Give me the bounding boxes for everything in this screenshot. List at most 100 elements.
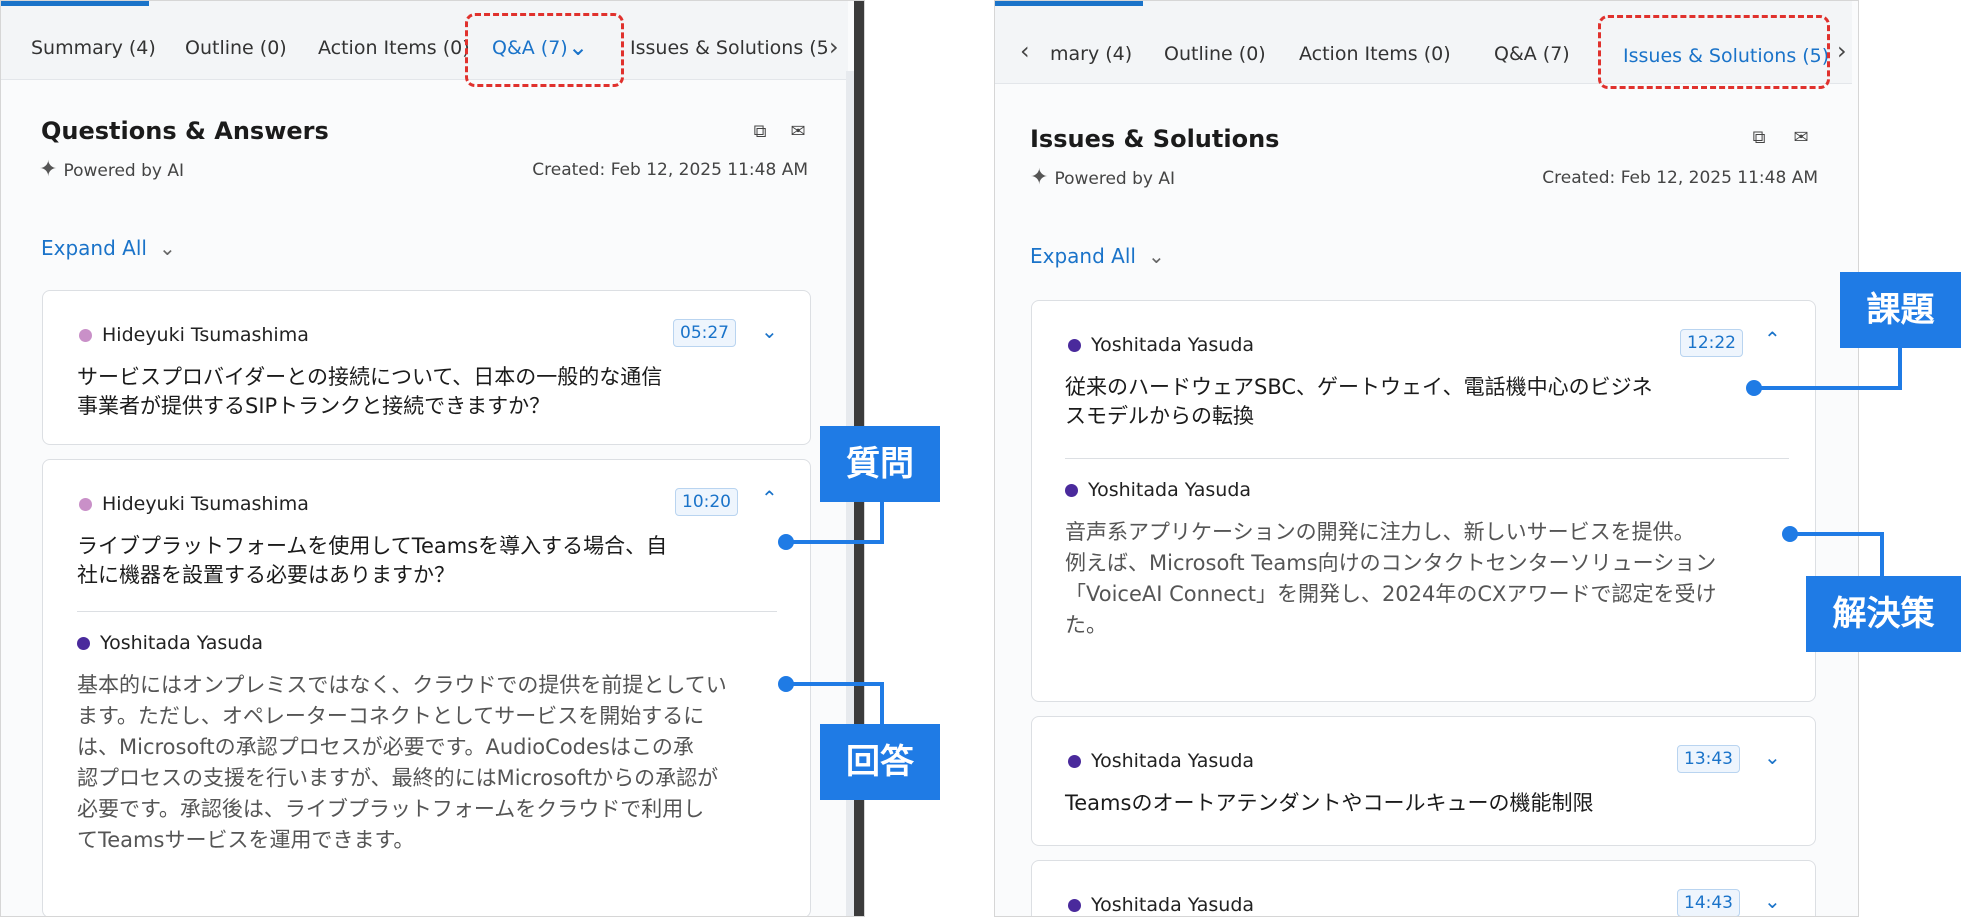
speaker-dot: [1068, 339, 1081, 352]
callout-question: 質問: [820, 426, 940, 502]
speaker-label: Hideyuki Tsumashima: [102, 324, 309, 346]
highlight-box: [465, 13, 624, 87]
connector: [1880, 532, 1884, 576]
tab-bar: Summary (4) Outline (0) Action Items (0)…: [1, 1, 848, 80]
sparkle-icon: ✦: [1030, 165, 1049, 190]
chevron-up-icon[interactable]: ⌃: [761, 486, 778, 510]
issue-card[interactable]: Yoshitada Yasuda 14:43 ⌄: [1031, 860, 1816, 916]
connector-dot: [1782, 526, 1798, 542]
page-title: Issues & Solutions: [1030, 125, 1280, 153]
tab-action-items[interactable]: Action Items (0): [318, 37, 470, 59]
callout-issue: 課題: [1840, 272, 1961, 348]
solution-line: 「VoiceAI Connect」を開発し、2024年のCXアワードで認定を受け: [1065, 582, 1717, 606]
issue-line: 従来のハードウェアSBC、ゲートウェイ、電話機中心のビジネ: [1065, 375, 1653, 399]
expand-all-button[interactable]: Expand All ⌄: [1030, 244, 1165, 268]
answer-line: 認プロセスの支援を行いますが、最終的にはMicrosoftからの承認が: [77, 766, 719, 790]
speaker-dot: [79, 498, 92, 511]
tab-outline[interactable]: Outline (0): [1164, 43, 1266, 65]
connector: [1898, 348, 1902, 390]
answer-line: 基本的にはオンプレミスではなく、クラウドでの提供を前提としてい: [77, 673, 727, 697]
question-line: ライブプラットフォームを使用してTeamsを導入する場合、自: [77, 534, 668, 558]
connector-dot: [1746, 380, 1762, 396]
speaker-dot: [1068, 899, 1081, 912]
connector-dot: [778, 534, 794, 550]
speaker-name: Yoshitada Yasuda: [1068, 334, 1254, 356]
answer-line: は、Microsoftの承認プロセスが必要です。AudioCodesはこの承: [77, 735, 694, 759]
copy-icon[interactable]: ⧉: [749, 121, 771, 143]
issue-text: 従来のハードウェアSBC、ゲートウェイ、電話機中心のビジネ スモデルからの転換: [1065, 373, 1653, 431]
speaker-label: Hideyuki Tsumashima: [102, 493, 309, 515]
issue-text: Teamsのオートアテンダントやコールキューの機能制限: [1065, 791, 1594, 815]
chevron-right-icon[interactable]: ›: [1837, 37, 1847, 65]
speaker-label: Yoshitada Yasuda: [1091, 894, 1255, 916]
connector: [1792, 532, 1884, 536]
divider: [77, 611, 777, 612]
answer-speaker: Yoshitada Yasuda: [77, 632, 263, 654]
solution-line: 音声系アプリケーションの開発に注力し、新しいサービスを提供。: [1065, 520, 1695, 544]
timestamp-badge[interactable]: 05:27: [673, 319, 736, 347]
chevron-down-icon: ⌄: [158, 236, 176, 260]
question-line: 事業者が提供するSIPトランクと接続できますか？: [77, 394, 551, 418]
connector: [788, 682, 884, 686]
powered-label: Powered by AI: [1054, 169, 1176, 189]
question-line: サービスプロバイダーとの接続について、日本の一般的な通信: [77, 365, 663, 389]
created-date: Created: Feb 12, 2025 11:48 AM: [532, 160, 808, 180]
powered-by-ai: ✦ Powered by AI: [1030, 165, 1175, 190]
chevron-down-icon: ⌄: [1147, 244, 1165, 268]
tab-active-indicator: [1, 1, 149, 6]
timestamp-badge[interactable]: 14:43: [1677, 889, 1740, 916]
tab-action-items[interactable]: Action Items (0): [1299, 43, 1451, 65]
tab-outline[interactable]: Outline (0): [185, 37, 287, 59]
speaker-name: Hideyuki Tsumashima: [79, 324, 309, 346]
issues-panel: ‹ mary (4) Outline (0) Action Items (0) …: [994, 0, 1859, 917]
expand-all-button[interactable]: Expand All ⌄: [41, 236, 176, 260]
email-icon[interactable]: ✉: [1790, 127, 1812, 149]
highlight-box: [1598, 15, 1830, 89]
answer-line: ます。ただし、オペレーターコネクトとしてサービスを開始するに: [77, 704, 705, 728]
question-line: 社に機器を設置する必要はありますか？: [77, 563, 455, 587]
connector: [788, 540, 884, 544]
chevron-up-icon[interactable]: ⌃: [1764, 327, 1781, 351]
tab-issues-solutions[interactable]: Issues & Solutions (5: [630, 37, 829, 59]
speaker-label: Yoshitada Yasuda: [1091, 334, 1255, 356]
expand-all-label: Expand All: [1030, 244, 1136, 268]
speaker-name: Yoshitada Yasuda: [1068, 894, 1254, 916]
tab-summary[interactable]: Summary (4): [31, 37, 156, 59]
speaker-dot: [79, 329, 92, 342]
question-text: ライブプラットフォームを使用してTeamsを導入する場合、自 社に機器を設置する必…: [77, 532, 667, 590]
connector: [880, 682, 884, 724]
speaker-dot: [1068, 755, 1081, 768]
timestamp-badge[interactable]: 10:20: [675, 488, 738, 516]
chevron-down-icon[interactable]: ⌄: [761, 319, 778, 343]
solution-speaker: Yoshitada Yasuda: [1065, 479, 1251, 501]
speaker-name: Yoshitada Yasuda: [1068, 750, 1254, 772]
question-text: サービスプロバイダーとの接続について、日本の一般的な通信 事業者が提供するSIPト…: [77, 363, 662, 421]
tab-qa[interactable]: Q&A (7): [1494, 43, 1570, 65]
page-title: Questions & Answers: [41, 117, 329, 145]
chevron-down-icon[interactable]: ⌄: [1764, 745, 1781, 769]
powered-by-ai: ✦ Powered by AI: [39, 157, 184, 182]
email-icon[interactable]: ✉: [787, 121, 809, 143]
tab-active-indicator: [995, 1, 1143, 6]
tab-summary[interactable]: mary (4): [1050, 43, 1132, 65]
speaker-label: Yoshitada Yasuda: [1091, 750, 1255, 772]
timestamp-badge[interactable]: 12:22: [1680, 329, 1743, 357]
connector: [880, 502, 884, 544]
qa-card[interactable]: Hideyuki Tsumashima 05:27 ⌄ サービスプロバイダーとの…: [42, 290, 811, 445]
callout-solution: 解決策: [1806, 576, 1961, 652]
solution-line: 例えば、Microsoft Teams向けのコンタクトセンターソリューション: [1065, 551, 1717, 575]
timestamp-badge[interactable]: 13:43: [1677, 745, 1740, 773]
issue-card[interactable]: Yoshitada Yasuda 13:43 ⌄ Teamsのオートアテンダント…: [1031, 716, 1816, 846]
chevron-down-icon[interactable]: ⌄: [1764, 889, 1781, 913]
issue-line: スモデルからの転換: [1065, 404, 1254, 428]
chevron-right-icon[interactable]: ›: [829, 33, 839, 61]
solution-text: 音声系アプリケーションの開発に注力し、新しいサービスを提供。 例えば、Micro…: [1065, 517, 1716, 641]
created-date: Created: Feb 12, 2025 11:48 AM: [1542, 168, 1818, 188]
copy-icon[interactable]: ⧉: [1748, 127, 1770, 149]
issue-card[interactable]: Yoshitada Yasuda 12:22 ⌃ 従来のハードウェアSBC、ゲー…: [1031, 300, 1816, 702]
answer-text: 基本的にはオンプレミスではなく、クラウドでの提供を前提としてい ます。ただし、オ…: [77, 670, 727, 856]
chevron-left-icon[interactable]: ‹: [1020, 37, 1030, 65]
qa-panel: Summary (4) Outline (0) Action Items (0)…: [0, 0, 865, 917]
answer-line: てTeamsサービスを運用できます。: [77, 828, 415, 852]
qa-card[interactable]: Hideyuki Tsumashima 10:20 ⌃ ライブプラットフォームを…: [42, 459, 811, 916]
